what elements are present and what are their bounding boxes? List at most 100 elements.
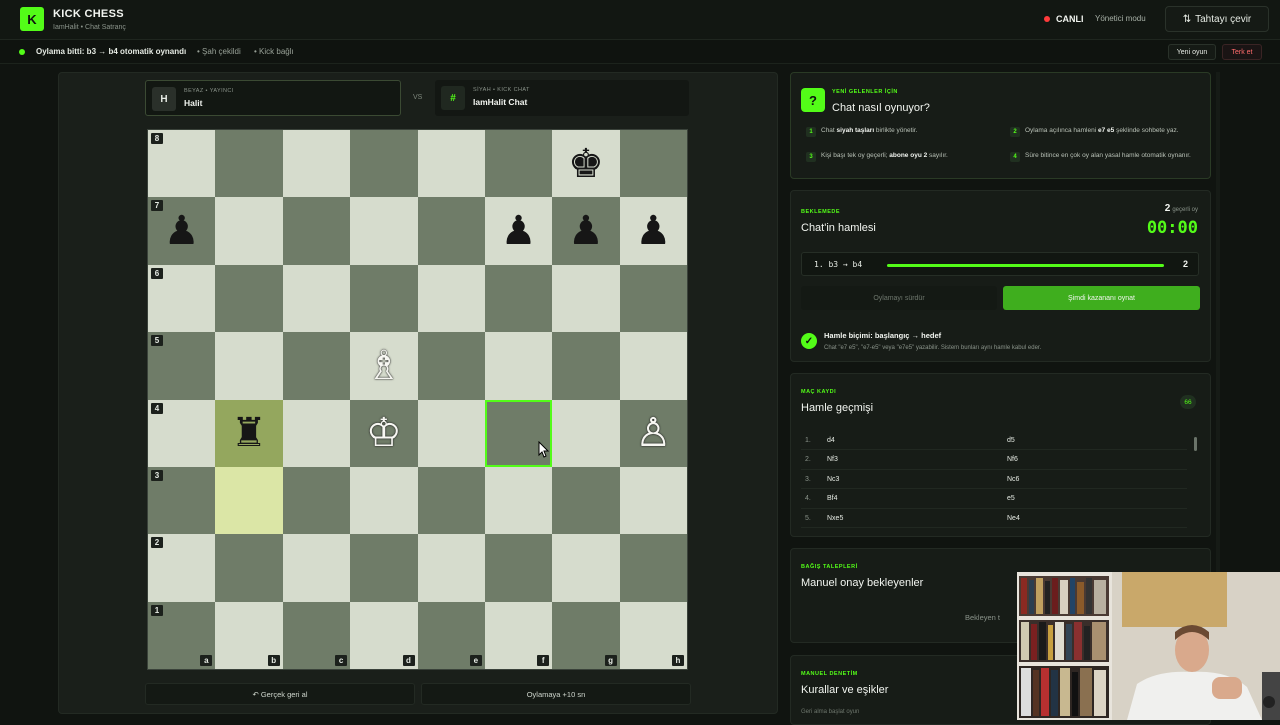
flip-board-button[interactable]: ⇅ Tahtayı çevir <box>1165 6 1269 32</box>
extend-vote-button[interactable]: Oylamaya +10 sn <box>421 683 691 705</box>
square-g8[interactable]: ♚ <box>552 130 620 198</box>
square-a4[interactable]: 4 <box>148 399 216 467</box>
square-a7[interactable]: 7 ♟ <box>148 197 216 265</box>
square-c6[interactable] <box>282 264 351 333</box>
square-b1[interactable]: b <box>215 601 283 669</box>
square-c8[interactable] <box>282 130 351 198</box>
square-c5[interactable] <box>282 332 351 400</box>
square-h8[interactable] <box>619 130 687 198</box>
white-pawn-icon[interactable]: ♙ <box>635 413 671 453</box>
square-f7[interactable]: ♟ <box>484 197 553 265</box>
square-c3[interactable] <box>282 466 351 535</box>
square-a6[interactable]: 6 <box>148 264 216 333</box>
square-e1[interactable]: e <box>417 601 485 669</box>
square-c2[interactable] <box>282 534 351 602</box>
mode-label[interactable]: Yönetici modu <box>1095 14 1146 23</box>
square-g3[interactable] <box>552 466 620 535</box>
square-d5[interactable]: ♗ <box>350 332 418 400</box>
square-b4[interactable]: ♜ <box>215 399 283 467</box>
square-d6[interactable] <box>350 264 418 333</box>
square-a1[interactable]: 1a <box>148 601 216 669</box>
black-pawn-icon[interactable]: ♟ <box>635 211 671 251</box>
square-e6[interactable] <box>417 264 485 333</box>
square-f3[interactable] <box>484 466 553 535</box>
square-c1[interactable]: c <box>282 601 351 669</box>
square-f8[interactable] <box>484 130 553 198</box>
square-b8[interactable] <box>215 130 283 198</box>
square-e2[interactable] <box>417 534 485 602</box>
square-h7[interactable]: ♟ <box>619 197 687 265</box>
square-h3[interactable] <box>619 466 687 535</box>
square-b7[interactable] <box>215 197 283 265</box>
square-e4[interactable] <box>417 399 485 467</box>
square-a2[interactable]: 2 <box>148 534 216 602</box>
square-f5[interactable] <box>484 332 553 400</box>
history-scrollbar[interactable] <box>1194 437 1197 451</box>
black-move[interactable]: e5 <box>1007 495 1015 502</box>
square-d8[interactable] <box>350 130 418 198</box>
white-king-icon[interactable]: ♔ <box>366 413 402 453</box>
white-move[interactable]: Bf4 <box>827 495 838 502</box>
square-d2[interactable] <box>350 534 418 602</box>
square-e5[interactable] <box>417 332 485 400</box>
square-b3[interactable] <box>215 466 283 535</box>
square-a5[interactable]: 5 <box>148 332 216 400</box>
square-h4[interactable]: ♙ <box>619 399 687 467</box>
square-c7[interactable] <box>282 197 351 265</box>
square-g7[interactable]: ♟ <box>552 197 620 265</box>
black-move[interactable]: Nc6 <box>1007 476 1019 483</box>
square-h1[interactable]: h <box>619 601 687 669</box>
black-pawn-icon[interactable]: ♟ <box>164 211 200 251</box>
square-b2[interactable] <box>215 534 283 602</box>
play-winner-button[interactable]: Şimdi kazananı oynat <box>1003 286 1200 310</box>
black-pawn-icon[interactable]: ♟ <box>568 211 604 251</box>
black-move[interactable]: d5 <box>1007 437 1015 444</box>
black-rook-icon[interactable]: ♜ <box>231 413 267 453</box>
valid-vote-count: 2 geçerli oy <box>1164 203 1198 214</box>
square-g1[interactable]: g <box>552 601 620 669</box>
square-g6[interactable] <box>552 264 620 333</box>
white-bishop-icon[interactable]: ♗ <box>366 346 402 386</box>
vs-label: VS <box>413 94 423 101</box>
black-pawn-icon[interactable]: ♟ <box>501 211 537 251</box>
black-king-icon[interactable]: ♚ <box>568 144 604 184</box>
history-row: 5. Nxe5 Ne4 <box>801 509 1187 528</box>
square-a8[interactable]: 8 <box>148 130 216 198</box>
square-a3[interactable]: 3 <box>148 466 216 535</box>
square-d3[interactable] <box>350 466 418 535</box>
format-title: Hamle biçimi: başlangıç → hedef <box>824 331 942 340</box>
square-d7[interactable] <box>350 197 418 265</box>
square-h2[interactable] <box>619 534 687 602</box>
vote-move: 1. b3 → b4 <box>814 260 863 269</box>
square-e3[interactable] <box>417 466 485 535</box>
new-game-button[interactable]: Yeni oyun <box>1168 44 1216 60</box>
square-b5[interactable] <box>215 332 283 400</box>
rule-item: 4 Süre bitince en çok oy alan yasal hamle… <box>1010 152 1215 162</box>
chess-board[interactable]: 8 ♚ 7 ♟ ♟ ♟ ♟ 6 5 ♗ 4 ♜ ♔ ♙ 3 2 1 a b c d e f g h <box>147 129 688 670</box>
square-h6[interactable] <box>619 264 687 333</box>
square-f2[interactable] <box>484 534 553 602</box>
move-list[interactable]: 1. d4 d5 2. Nf3 Nf6 3. Nc3 Nc6 4. Bf4 e5 5. Nxe5 Ne4 <box>801 431 1187 528</box>
square-d4[interactable]: ♔ <box>350 399 418 467</box>
continue-vote-button[interactable]: Oylamayı sürdür <box>801 286 997 310</box>
square-e8[interactable] <box>417 130 485 198</box>
square-d1[interactable]: d <box>350 601 418 669</box>
square-f6[interactable] <box>484 264 553 333</box>
white-move[interactable]: Nf3 <box>827 456 838 463</box>
white-move[interactable]: d4 <box>827 437 835 444</box>
square-g5[interactable] <box>552 332 620 400</box>
white-move[interactable]: Nxe5 <box>827 515 843 522</box>
square-b6[interactable] <box>215 264 283 333</box>
square-f1[interactable]: f <box>484 601 553 669</box>
square-h5[interactable] <box>619 332 687 400</box>
white-move[interactable]: Nc3 <box>827 476 839 483</box>
black-move[interactable]: Ne4 <box>1007 515 1020 522</box>
square-e7[interactable] <box>417 197 485 265</box>
square-g2[interactable] <box>552 534 620 602</box>
square-g4[interactable] <box>552 399 620 467</box>
vote-option-row[interactable]: 1. b3 → b4 2 <box>801 252 1199 276</box>
real-undo-button[interactable]: ↶ Gerçek geri al <box>145 683 415 705</box>
resign-button[interactable]: Terk et <box>1222 44 1262 60</box>
square-c4[interactable] <box>282 399 351 467</box>
black-move[interactable]: Nf6 <box>1007 456 1018 463</box>
